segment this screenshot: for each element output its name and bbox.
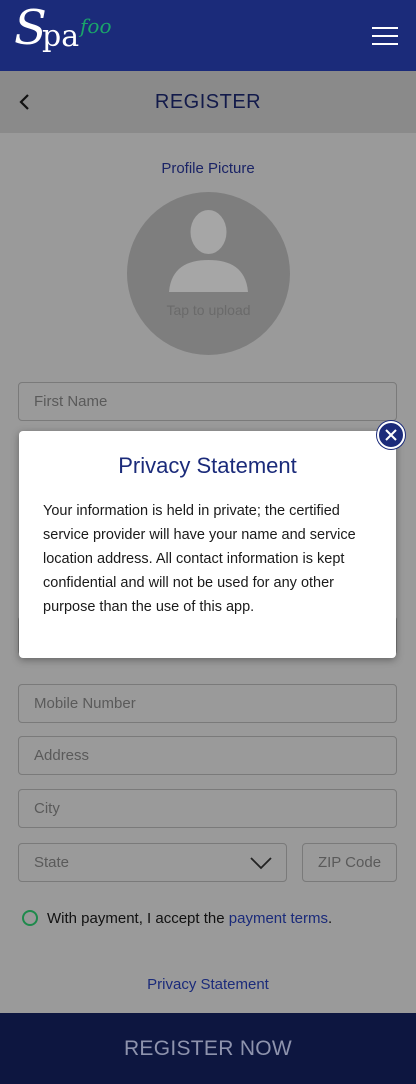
tap-to-upload-label: Tap to upload	[166, 302, 251, 318]
state-select-label: State	[34, 854, 70, 871]
logo-pa: pa	[42, 19, 80, 54]
avatar-upload[interactable]: Tap to upload	[127, 192, 290, 355]
state-select[interactable]: State	[18, 843, 287, 882]
privacy-statement-link[interactable]: Privacy Statement	[0, 976, 416, 993]
close-modal-button[interactable]	[377, 421, 405, 449]
first-name-field[interactable]: First Name	[18, 382, 397, 421]
city-field[interactable]: City	[18, 789, 397, 828]
terms-prefix: With payment, I accept the	[47, 910, 229, 927]
logo-foo: foo	[80, 14, 112, 38]
address-field[interactable]: Address	[18, 736, 397, 775]
page-title: REGISTER	[154, 91, 262, 113]
app-bar: S pa foo	[0, 0, 416, 71]
mobile-number-field[interactable]: Mobile Number	[18, 684, 397, 723]
privacy-statement-modal: Privacy Statement Your information is he…	[19, 431, 396, 658]
close-icon	[385, 429, 397, 441]
page-header: REGISTER	[0, 71, 416, 133]
modal-body: Your information is held in private; the…	[43, 503, 356, 615]
payment-terms-row: With payment, I accept the payment terms…	[22, 910, 332, 927]
menu-icon[interactable]	[372, 27, 398, 47]
chevron-down-icon	[250, 857, 272, 870]
spafoo-logo[interactable]: S pa foo	[14, 4, 124, 64]
profile-picture-label: Profile Picture	[161, 160, 255, 177]
accept-terms-radio[interactable]	[22, 910, 38, 926]
zip-code-field[interactable]: ZIP Code	[302, 843, 397, 882]
payment-terms-link[interactable]: payment terms	[229, 910, 328, 927]
terms-suffix: .	[327, 910, 333, 927]
avatar-icon	[169, 210, 248, 292]
register-now-button[interactable]: REGISTER NOW	[0, 1013, 416, 1084]
back-icon[interactable]	[16, 91, 34, 113]
modal-title: Privacy Statement	[118, 453, 297, 478]
